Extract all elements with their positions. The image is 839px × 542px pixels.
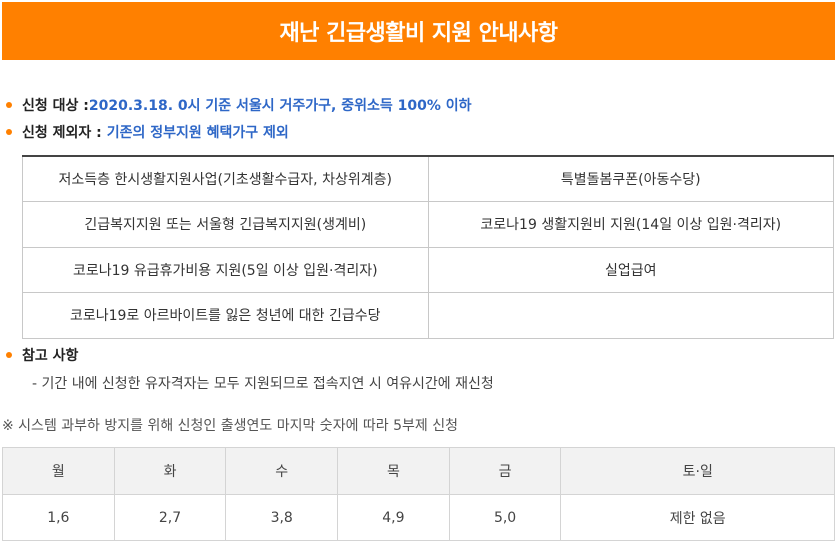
eligibility-label: 신청 대상 :: [22, 98, 89, 114]
digit-cell: 4,9: [337, 494, 450, 541]
exclusion-value: 기존의 정부지원 혜택가구 제외: [106, 125, 289, 141]
day-header: 수: [225, 447, 339, 495]
day-header: 금: [448, 447, 562, 495]
table-cell: 긴급복지지원 또는 서울형 긴급복지지원(생계비): [22, 201, 429, 248]
page-title: 재난 긴급생활비 지원 안내사항: [279, 21, 558, 46]
schedule-table: 월 화 수 목 금 토·일 1,6 2,7 3,8 4,9 5,0 제한 없음: [2, 447, 835, 541]
digit-cell: 5,0: [448, 494, 562, 541]
system-note: ※ 시스템 과부하 방지를 위해 신청인 출생연도 마지막 숫자에 따라 5부제…: [2, 418, 458, 434]
digit-cell: 1,6: [2, 494, 115, 541]
table-row: 1,6 2,7 3,8 4,9 5,0 제한 없음: [2, 494, 835, 541]
table-row: 코로나19로 아르바이트를 잃은 청년에 대한 긴급수당: [22, 292, 834, 339]
table-row: 코로나19 유급휴가비용 지원(5일 이상 입원·격리자) 실업급여: [22, 246, 834, 293]
table-row: 긴급복지지원 또는 서울형 긴급복지지원(생계비) 코로나19 생활지원비 지원…: [22, 201, 834, 248]
digit-cell: 2,7: [113, 494, 227, 541]
exclusion-item: 신청 제외자 : 기존의 정부지원 혜택가구 제외: [6, 122, 289, 142]
table-cell: 코로나19 유급휴가비용 지원(5일 이상 입원·격리자): [22, 246, 429, 293]
table-cell: [427, 292, 834, 339]
table-cell: 코로나19 생활지원비 지원(14일 이상 입원·격리자): [427, 201, 834, 248]
exclusion-label: 신청 제외자 :: [22, 125, 102, 141]
day-header: 토·일: [560, 447, 835, 495]
header-banner: 재난 긴급생활비 지원 안내사항: [2, 2, 835, 60]
reference-item: 참고 사항: [6, 345, 78, 365]
table-cell: 특별돌봄쿠폰(아동수당): [427, 155, 834, 202]
bullet-icon: [6, 102, 12, 108]
bullet-icon: [6, 129, 12, 135]
bullet-icon: [6, 352, 12, 358]
reference-note: - 기간 내에 신청한 유자격자는 모두 지원되므로 접속지연 시 여유시간에 …: [32, 376, 494, 392]
eligibility-item: 신청 대상 : 2020.3.18. 0시 기준 서울시 거주가구, 중위소득 …: [6, 95, 472, 115]
reference-label: 참고 사항: [22, 348, 79, 364]
day-header: 월: [2, 447, 115, 495]
table-cell: 코로나19로 아르바이트를 잃은 청년에 대한 긴급수당: [22, 292, 429, 339]
digit-cell: 3,8: [225, 494, 339, 541]
table-row: 저소득층 한시생활지원사업(기초생활수급자, 차상위계층) 특별돌봄쿠폰(아동수…: [22, 155, 834, 202]
table-cell: 실업급여: [427, 246, 834, 293]
eligibility-value: 2020.3.18. 0시 기준 서울시 거주가구, 중위소득 100% 이하: [88, 98, 472, 114]
table-cell: 저소득층 한시생활지원사업(기초생활수급자, 차상위계층): [22, 155, 429, 202]
day-header: 목: [337, 447, 450, 495]
digit-cell: 제한 없음: [560, 494, 835, 541]
day-header: 화: [113, 447, 227, 495]
table-header-row: 월 화 수 목 금 토·일: [2, 447, 835, 495]
exclusion-table: 저소득층 한시생활지원사업(기초생활수급자, 차상위계층) 특별돌봄쿠폰(아동수…: [22, 155, 834, 339]
